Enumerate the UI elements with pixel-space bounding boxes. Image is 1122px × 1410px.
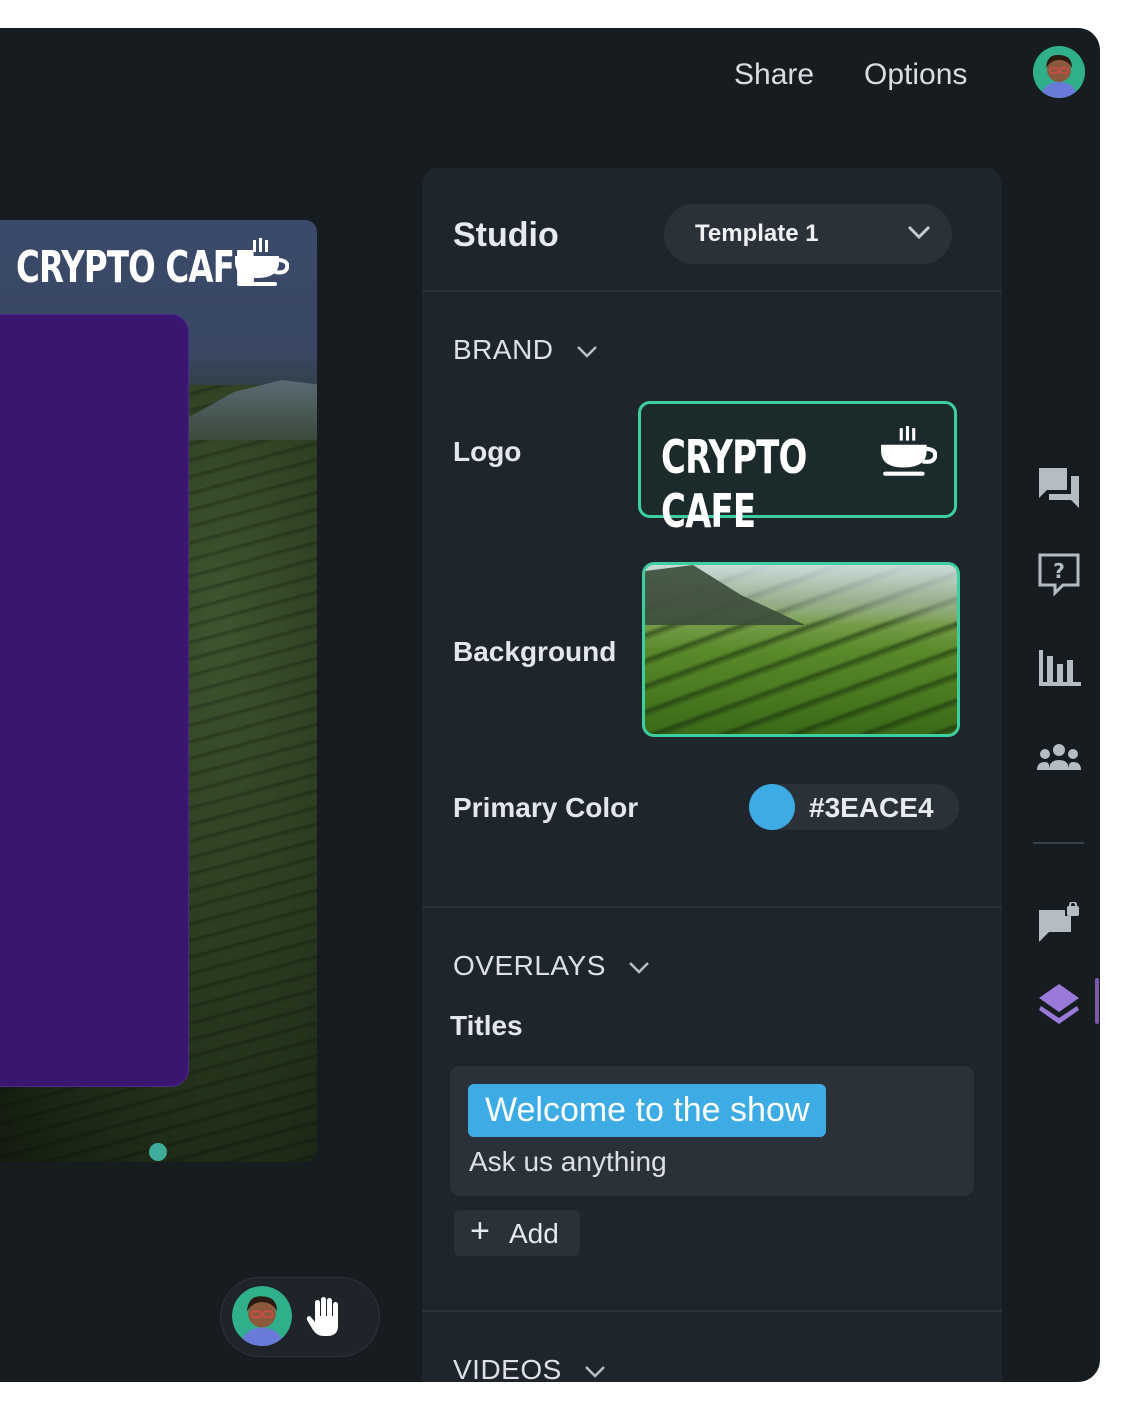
divider — [422, 906, 1002, 908]
participant-pill[interactable] — [220, 1277, 380, 1357]
stage-preview[interactable]: CRYPTO CAFE — [0, 220, 317, 1162]
divider — [422, 1310, 1002, 1312]
logo-label: Logo — [453, 436, 522, 467]
stage-logo-text: CRYPTO CAFE — [16, 242, 256, 293]
color-swatch — [749, 784, 795, 830]
background-picker[interactable] — [642, 562, 960, 737]
svg-text:?: ? — [1053, 559, 1065, 583]
videos-heading: VIDEOS — [453, 1354, 562, 1382]
overlays-heading: OVERLAYS — [453, 950, 606, 981]
pinned-message-icon[interactable] — [1035, 902, 1083, 950]
primary-color-hex: #3EACE4 — [809, 792, 934, 823]
mountain-silhouette — [645, 565, 805, 625]
participant-avatar — [232, 1286, 292, 1346]
status-dot — [149, 1143, 167, 1161]
chat-icon[interactable] — [1035, 464, 1083, 512]
logo-picker[interactable]: CRYPTO CAFE — [638, 401, 957, 538]
avatar-face-icon — [1033, 46, 1085, 98]
title-overlay-item[interactable]: Welcome to the show Ask us anything — [450, 1066, 974, 1196]
layers-icon[interactable] — [1035, 980, 1083, 1028]
overlay-title-sub: Ask us anything — [469, 1146, 667, 1177]
question-icon[interactable]: ? — [1035, 550, 1083, 598]
bar-chart-icon[interactable] — [1035, 642, 1083, 690]
panel-title: Studio — [453, 216, 559, 254]
chevron-down-icon — [907, 225, 931, 240]
plus-icon: + — [470, 1212, 490, 1250]
options-button[interactable]: Options — [864, 58, 967, 92]
rail-divider — [1033, 842, 1084, 844]
avatar-face-icon — [232, 1286, 292, 1346]
titles-label: Titles — [450, 1010, 523, 1041]
template-dropdown-value: Template 1 — [695, 220, 819, 247]
template-dropdown[interactable]: Template 1 — [664, 204, 952, 264]
people-icon[interactable] — [1035, 734, 1083, 782]
logo-preview-text: CRYPTO CAFE — [661, 430, 807, 538]
coffee-cup-icon — [881, 426, 937, 476]
divider — [422, 290, 1002, 292]
brand-heading: BRAND — [453, 334, 554, 365]
chevron-down-icon — [629, 961, 650, 974]
app-window: Share Options CRYPTO CAFE Studio Templat… — [0, 28, 1100, 1382]
chevron-down-icon — [585, 1365, 605, 1378]
add-title-button[interactable]: + Add — [454, 1210, 580, 1256]
raise-hand-icon[interactable] — [305, 1296, 345, 1338]
primary-color-picker[interactable]: #3EACE4 — [749, 784, 959, 830]
add-button-label: Add — [509, 1218, 559, 1249]
studio-panel: Studio Template 1 BRAND Logo CRYPTO CAFE — [422, 168, 1002, 1382]
background-label: Background — [453, 636, 617, 667]
overlay-title-main: Welcome to the show — [468, 1084, 827, 1137]
primary-color-label: Primary Color — [453, 792, 639, 823]
overlays-section-toggle[interactable]: OVERLAYS — [453, 950, 650, 982]
active-tab-indicator — [1095, 978, 1099, 1024]
share-button[interactable]: Share — [734, 58, 814, 92]
brand-section-toggle[interactable]: BRAND — [453, 334, 598, 366]
videos-section-toggle[interactable]: VIDEOS — [453, 1354, 606, 1382]
user-avatar[interactable] — [1033, 46, 1085, 98]
chevron-down-icon — [576, 345, 597, 358]
coffee-cup-icon — [235, 238, 289, 286]
participant-video-card[interactable] — [0, 314, 189, 1161]
